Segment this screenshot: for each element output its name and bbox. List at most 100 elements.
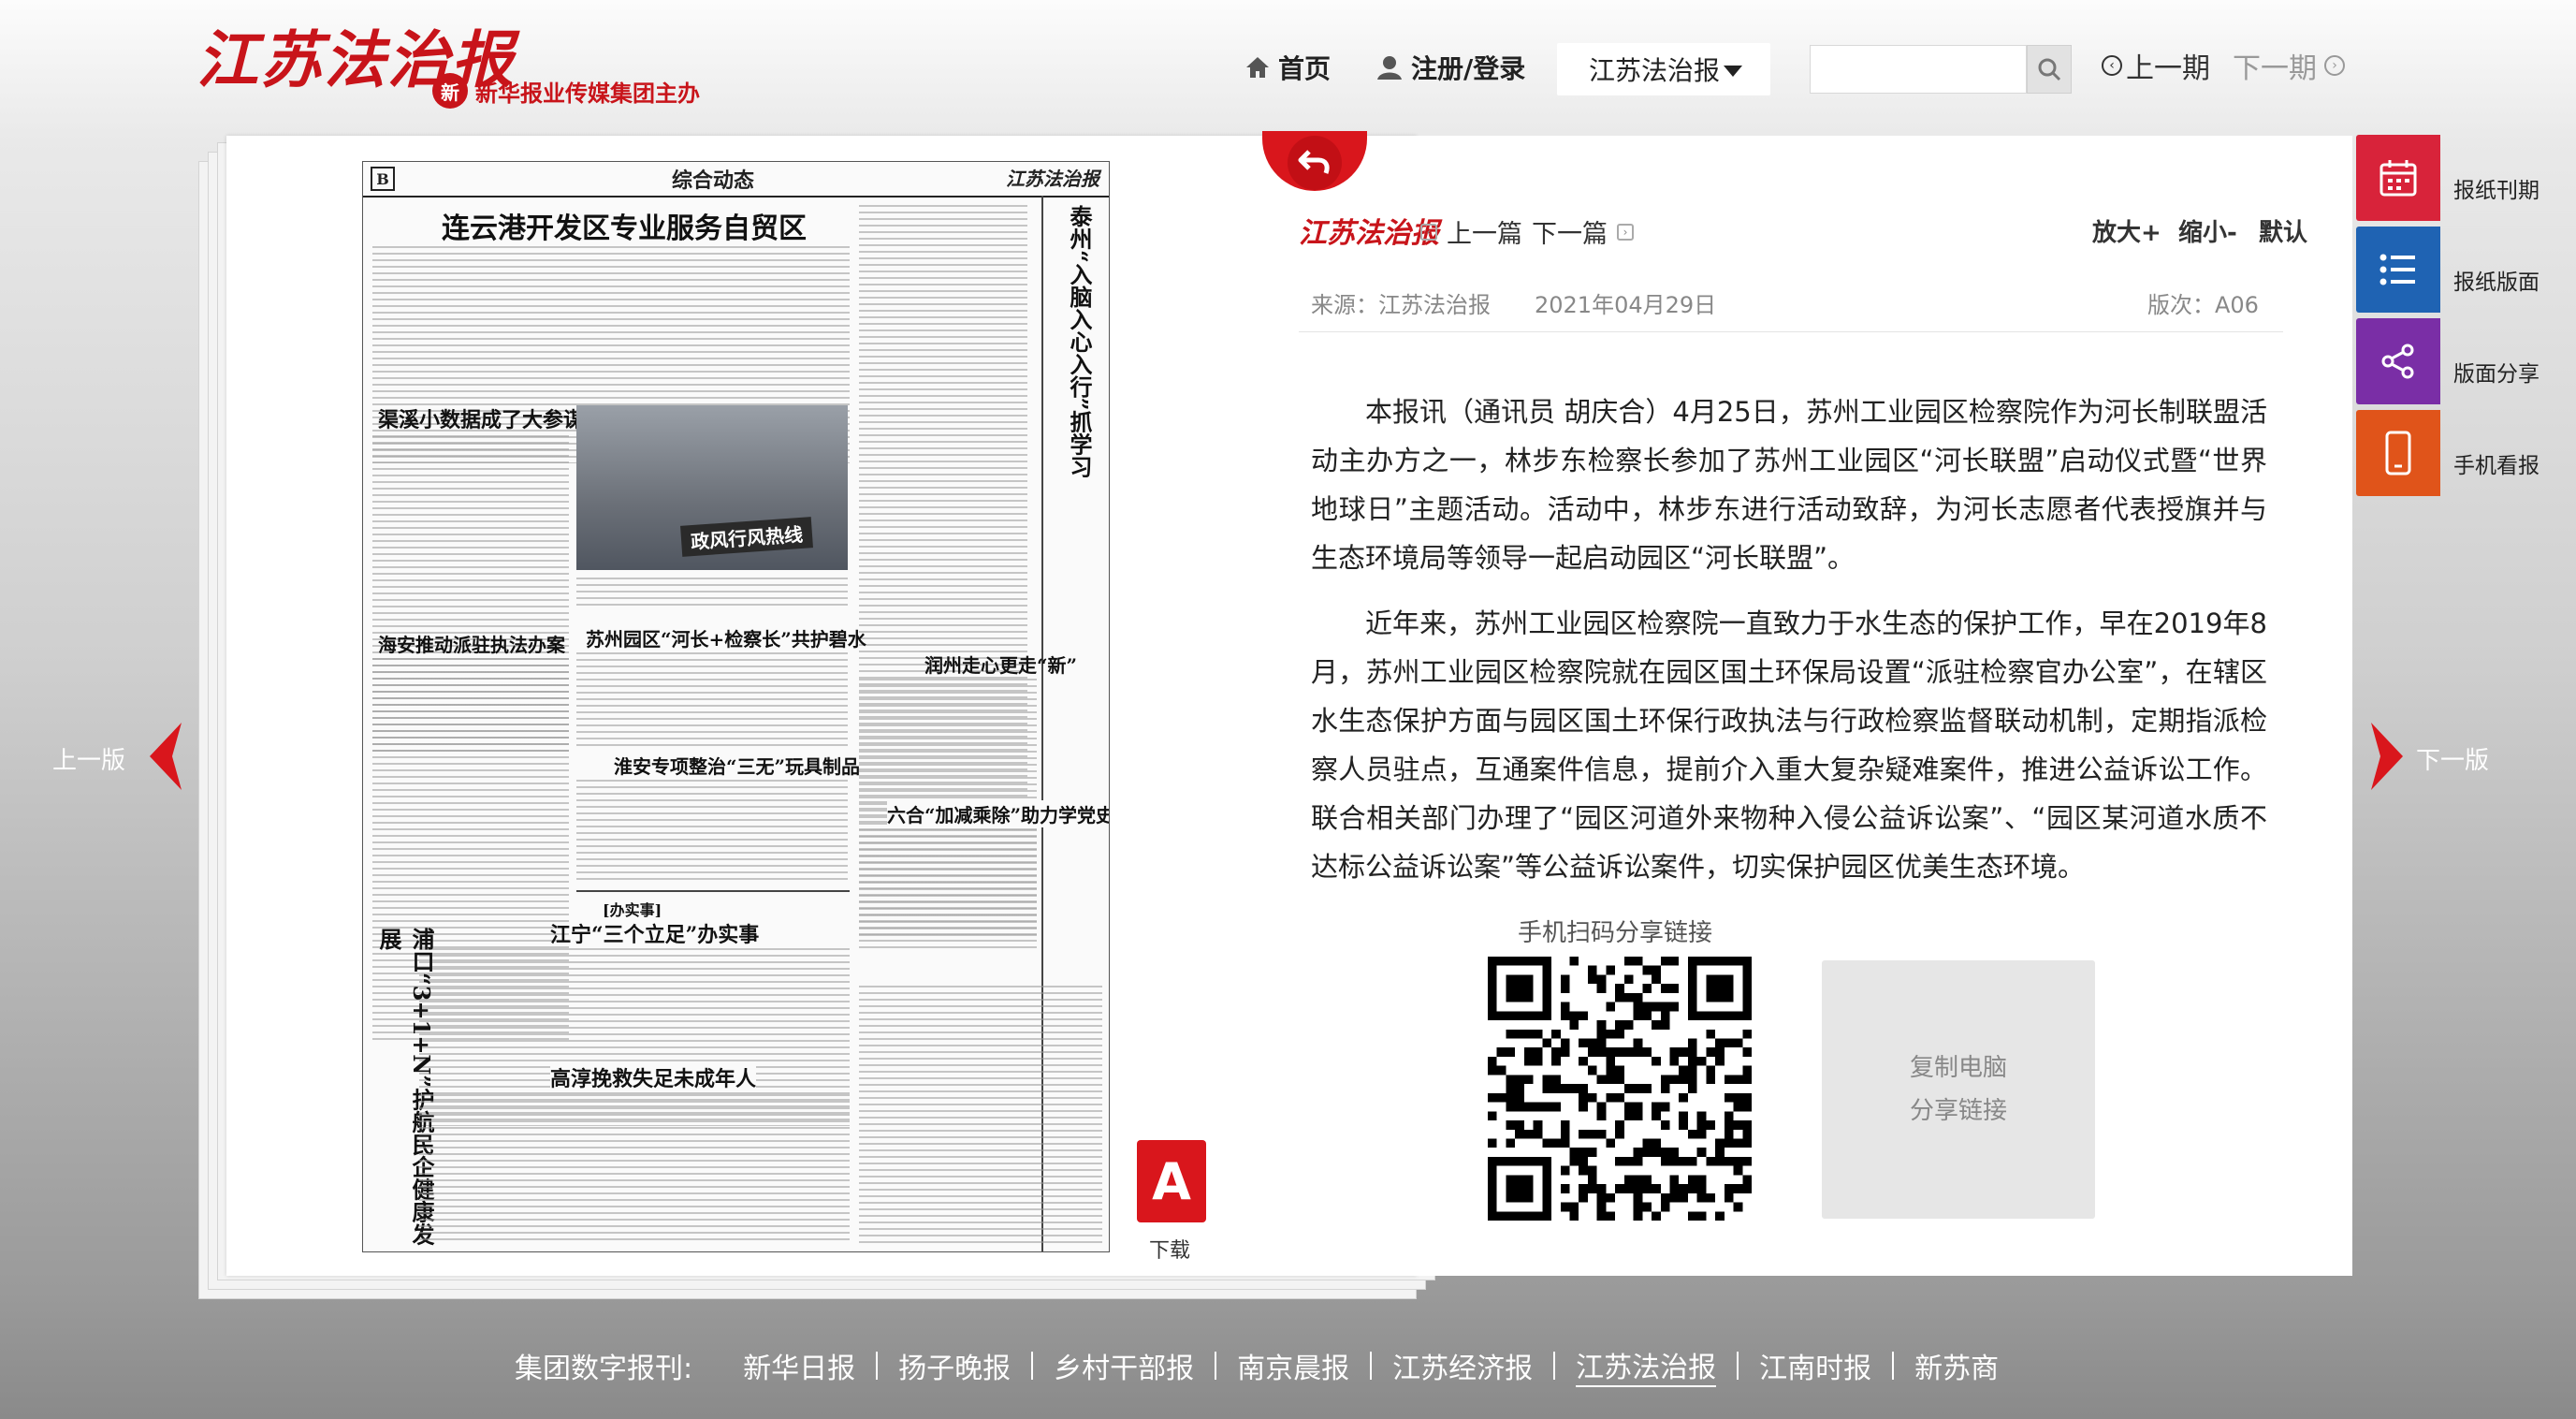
search-input[interactable] [1810,45,2027,94]
next-article-link[interactable]: 下一篇 [1532,213,1608,250]
section-rule [576,890,850,892]
nav-home[interactable]: 首页 [1244,41,1331,94]
chevron-left-icon[interactable] [144,721,185,792]
article-text-block [576,652,848,746]
calendar-icon [2380,160,2417,197]
qr-code [1488,957,1752,1221]
copy-link-line-2: 分享链接 [1909,1097,2007,1125]
page-letter: B [371,167,395,191]
toolbar-mobile-button[interactable] [2356,410,2440,496]
footer-link[interactable]: 南京晨报 [1237,1345,1349,1386]
headline-3[interactable]: 海安推动派驻执法办案 [378,630,565,657]
pdf-icon: A [1137,1140,1206,1222]
footer-divider [1215,1352,1217,1380]
newspaper-page[interactable]: B 综合动态 江苏法治报 连云港开发区专业服务自贸区 泰州“入脑入心入行”抓学习… [362,161,1110,1252]
article-edition: 版次：A06 [2147,292,2259,318]
zoom-in-button[interactable]: 放大+ [2092,213,2161,248]
copy-link-button[interactable]: 复制电脑 分享链接 [1822,960,2095,1219]
phone-icon [2385,431,2411,475]
photo-caption-text [576,578,848,606]
headline-9[interactable]: 六合“加减乘除”助力学党史 [887,800,1109,827]
footer-divider [876,1352,879,1380]
next-issue-label: 下一期 [2233,52,2317,85]
article-paragraph-2: 近年来，苏州工业园区检察院一直致力于水生态的保护工作，早在2019年8月，苏州工… [1311,607,2267,883]
newspaper-section: 综合动态 [672,168,755,193]
toolbar-layout-button[interactable] [2356,227,2440,313]
chevron-down-icon [1724,66,1742,77]
footer-link[interactable]: 新苏商 [1914,1345,1999,1386]
headline-4[interactable]: 苏州园区“河长+检察长”共护碧水 [586,624,866,651]
prev-issue-link[interactable]: ‹ 上一期 [2102,45,2210,86]
article-logo: 江苏法治报 [1299,217,1439,250]
meta-divider [1299,331,2283,332]
arrow-right-square-icon: › [1617,223,1634,241]
publisher-logo: 新 新华报业传媒集团主办 [432,73,700,109]
arrow-right-circle-icon: › [2324,55,2345,76]
publisher-mark-icon: 新 [432,73,468,109]
headline-2[interactable]: 渠溪小数据成了大参谋 [378,403,584,433]
zoom-default-button[interactable]: 默认 [2259,213,2307,248]
footer-divider [1370,1352,1373,1380]
article-nav: ‹ 上一篇 下一篇 › [1420,213,1634,250]
footer-link-current[interactable]: 江苏法治报 [1576,1344,1717,1387]
small-box-label: [办实事] [603,901,662,919]
article-text-block [576,780,848,883]
toolbar-issues-label[interactable]: 报纸刊期 [2453,172,2540,204]
copy-link-line-1: 复制电脑 [1909,1054,2007,1082]
article-source: 来源：江苏法治报 [1311,292,1491,318]
list-icon [2380,254,2415,285]
headline-8[interactable]: 润州走心更走“新” [924,651,1077,678]
pdf-download-label[interactable]: 下载 [1149,1234,1190,1264]
paper-select-value: 江苏法治报 [1589,55,1721,86]
return-arrow-icon [1298,150,1330,174]
search-button[interactable] [2027,45,2072,94]
nav-login[interactable]: 注册/登录 [1375,41,1525,94]
zoom-out-button[interactable]: 缩小- [2178,213,2237,248]
footer-link[interactable]: 扬子晚报 [898,1345,1011,1386]
article-date: 2021年04月29日 [1535,292,1717,318]
footer-link[interactable]: 新华日报 [743,1345,855,1386]
footer-label: 集团数字报刊: [515,1353,693,1385]
footer-link[interactable]: 乡村干部报 [1054,1345,1194,1386]
toolbar-mobile-label[interactable]: 手机看报 [2453,447,2540,479]
user-icon [1377,56,1402,80]
toolbar-share-label[interactable]: 版面分享 [2453,356,2540,388]
headline-7[interactable]: 高淳挽救失足未成年人 [550,1062,757,1092]
chevron-right-icon[interactable] [2367,721,2409,792]
footer-divider [1553,1352,1556,1380]
next-page-label[interactable]: 下一版 [2416,741,2489,776]
nav-login-label: 注册/登录 [1411,53,1526,84]
article-text-block [419,1094,850,1244]
headline-vertical-1[interactable]: 泰州“入脑入心入行”抓学习 [1063,205,1096,478]
arrow-left-circle-icon: ‹ [2102,55,2122,76]
newspaper-brand: 江苏法治报 [1006,168,1099,190]
footer-divider [1892,1352,1895,1380]
share-icon [2381,344,2414,379]
paper-select[interactable]: 江苏法治报 [1557,43,1770,95]
nav-home-label: 首页 [1278,53,1332,84]
search-icon [2038,58,2061,81]
headline-6[interactable]: 江宁“三个立足”办实事 [550,918,759,948]
headline-5[interactable]: 淮安专项整治“三无”玩具制品 [614,752,860,779]
footer-link[interactable]: 江苏经济报 [1392,1345,1533,1386]
toolbar-layout-label[interactable]: 报纸版面 [2453,264,2540,296]
footer-divider [1031,1352,1034,1380]
article-text-block [859,986,1102,1244]
footer-link[interactable]: 江南时报 [1759,1345,1871,1386]
pdf-download-button[interactable]: A [1135,1140,1208,1226]
footer-divider [1737,1352,1739,1380]
prev-page-label[interactable]: 上一版 [52,741,125,776]
home-icon [1246,57,1269,78]
qr-caption: 手机扫码分享链接 [1518,919,1713,947]
prev-issue-label: 上一期 [2126,52,2210,85]
headline-1[interactable]: 连云港开发区专业服务自贸区 [442,205,807,246]
article-paragraph-1: 本报讯（通讯员 胡庆合）4月25日，苏州工业园区检察院作为河长制联盟活动主办方之… [1311,396,2267,574]
arrow-left-square-icon: ‹ [1420,223,1437,241]
article-text-block [859,828,1037,950]
toolbar-share-button[interactable] [2356,318,2440,404]
prev-article-link[interactable]: 上一篇 [1447,213,1522,250]
publisher-text: 新华报业传媒集团主办 [475,79,700,107]
next-issue-link[interactable]: 下一期 › [2233,45,2345,86]
toolbar-issues-button[interactable] [2356,135,2440,221]
footer-links: 集团数字报刊: 新华日报 扬子晚报 乡村干部报 南京晨报 江苏经济报 江苏法治报… [515,1342,1999,1389]
